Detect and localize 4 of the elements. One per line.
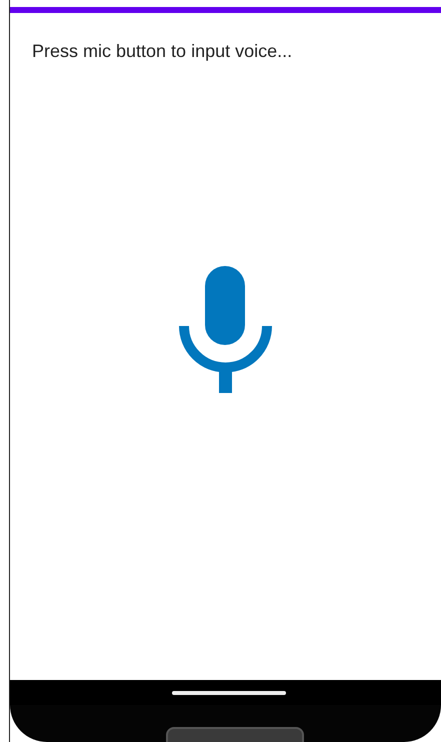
mic-button[interactable] — [178, 266, 272, 393]
prompt-text: Press mic button to input voice... — [32, 41, 292, 62]
microphone-icon — [178, 266, 272, 393]
home-indicator[interactable] — [172, 690, 286, 694]
